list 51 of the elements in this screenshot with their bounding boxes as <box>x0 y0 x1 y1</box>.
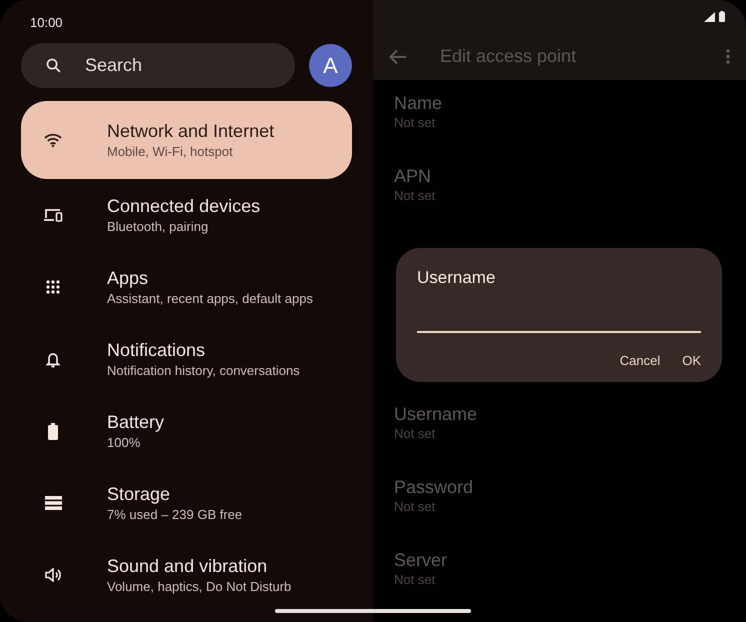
item-title: Connected devices <box>107 194 260 216</box>
field-value: Not set <box>394 498 436 516</box>
item-subtitle: Notification history, conversations <box>107 362 300 380</box>
battery-icon <box>719 11 725 22</box>
item-subtitle: Assistant, recent apps, default apps <box>107 290 313 308</box>
status-time: 10:00 <box>30 15 63 30</box>
search-field[interactable]: Search <box>21 43 295 88</box>
item-subtitle: 100% <box>107 434 142 452</box>
wifi-icon <box>44 133 62 147</box>
settings-item[interactable]: Network and Internet Mobile, Wi-Fi, hotspot <box>21 101 352 179</box>
field-value: Not set <box>394 187 436 205</box>
battery-icon <box>48 422 58 440</box>
field-label: Server <box>394 549 448 571</box>
item-subtitle: Bluetooth, pairing <box>107 218 210 236</box>
storage-icon <box>44 496 62 510</box>
bell-icon <box>46 350 60 368</box>
item-title: Storage <box>107 482 172 504</box>
settings-item[interactable]: Sound and vibration Volume, haptics, Do Not Disturb <box>21 539 352 611</box>
devices-icon <box>43 208 63 222</box>
field-label: Name <box>394 92 444 114</box>
search-icon <box>45 57 62 74</box>
dialog-button[interactable]: Cancel <box>612 346 668 374</box>
back-arrow-icon[interactable] <box>389 48 407 65</box>
field-label: Password <box>394 476 474 498</box>
settings-item[interactable]: Connected devices Bluetooth, pairing <box>21 179 352 251</box>
dialog-button[interactable]: OK <box>674 346 709 374</box>
settings-item[interactable]: Notifications Notification history, conversations <box>21 323 352 395</box>
grid-icon <box>46 280 60 294</box>
item-subtitle: 7% used – 239 GB free <box>107 506 242 524</box>
settings-item[interactable]: Storage 7% used – 239 GB free <box>21 467 352 539</box>
field-value: Not set <box>394 114 436 132</box>
item-subtitle: Volume, haptics, Do Not Disturb <box>107 578 292 596</box>
settings-item[interactable]: Apps Assistant, recent apps, default apps <box>21 251 352 323</box>
page-title: Edit access point <box>440 45 576 68</box>
more-options-icon[interactable] <box>726 49 730 64</box>
item-title: Sound and vibration <box>107 554 268 576</box>
signal-icon <box>704 12 715 22</box>
item-subtitle: Mobile, Wi-Fi, hotspot <box>107 142 234 160</box>
dialog-title: Username <box>417 267 496 289</box>
field-label: APN <box>394 165 432 187</box>
settings-item[interactable]: Battery 100% <box>21 395 352 467</box>
avatar[interactable]: A <box>309 44 352 87</box>
field-value: Not set <box>394 571 436 589</box>
item-title: Network and Internet <box>107 120 274 142</box>
field-label: Username <box>394 403 478 425</box>
field-value: Not set <box>394 425 436 443</box>
speaker-icon <box>44 568 62 582</box>
item-title: Notifications <box>107 338 206 360</box>
item-title: Battery <box>107 410 164 432</box>
item-title: Apps <box>107 266 150 288</box>
navigation-handle[interactable] <box>275 609 471 613</box>
